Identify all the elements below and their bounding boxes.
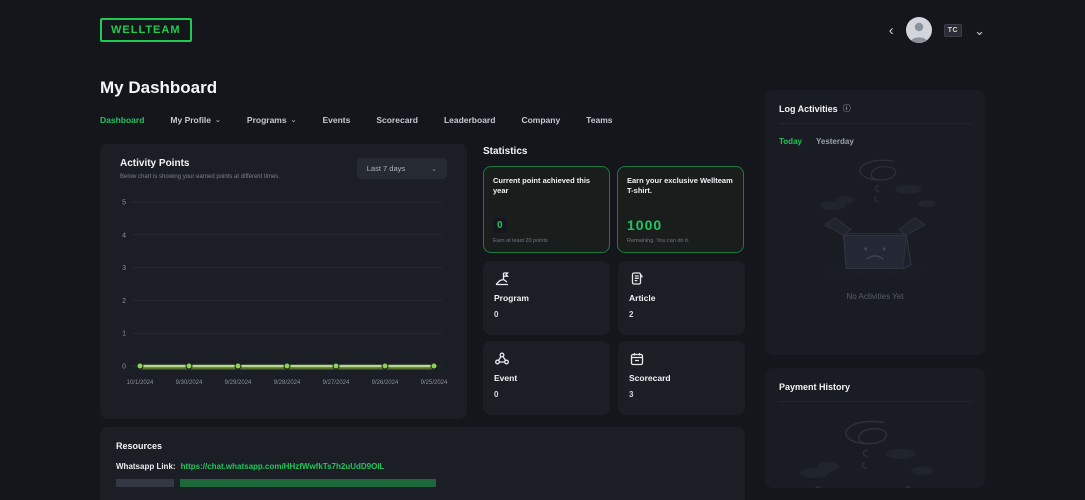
svg-text:10/1/2024: 10/1/2024 (127, 380, 154, 386)
tab-scorecard[interactable]: Scorecard (376, 115, 418, 125)
program-stat-card: Program 0 (483, 261, 610, 335)
person-icon (909, 22, 928, 43)
event-stat-value: 0 (494, 390, 499, 399)
program-stat-value: 0 (494, 310, 499, 319)
scorecard-stat-card: Scorecard 3 (618, 341, 745, 415)
calendar-icon (630, 353, 644, 366)
svg-text:9/25/2024: 9/25/2024 (421, 380, 448, 386)
tab-leaderboard[interactable]: Leaderboard (444, 115, 496, 125)
avatar[interactable] (905, 17, 932, 43)
article-stat-card: Article 2 (618, 261, 745, 335)
tab-teams[interactable]: Teams (586, 115, 612, 125)
payment-history-heading: Payment History (779, 382, 851, 392)
wellteam-logo[interactable]: WELLTEAM (100, 18, 192, 42)
svg-text:9/30/2024: 9/30/2024 (176, 380, 203, 386)
tshirt-goal-card: Earn your exclusive Wellteam T-shirt. 10… (617, 166, 744, 253)
svg-text:0: 0 (122, 364, 126, 371)
svg-text:1: 1 (122, 331, 126, 338)
scorecard-stat-label: Scorecard (629, 373, 671, 383)
no-activities-text: No Activities Yet (846, 292, 904, 301)
date-range-select[interactable]: Last 7 days ⌄ (356, 158, 447, 179)
svg-text:9/29/2024: 9/29/2024 (225, 380, 252, 386)
main-nav: Dashboard My Profile ⌄ Programs ⌄ Events S… (100, 115, 745, 125)
event-network-icon (495, 352, 509, 365)
resources-heading: Resources (116, 441, 163, 451)
top-bar: WELLTEAM ‹ TC ⌄ (0, 0, 1085, 60)
statistics-section: Statistics Current point achieved this y… (483, 144, 745, 419)
log-tab-yesterday[interactable]: Yesterday (816, 137, 854, 146)
tab-events[interactable]: Events (322, 115, 350, 125)
info-icon[interactable]: ⓘ (843, 105, 851, 113)
tab-my-profile[interactable]: My Profile ⌄ (170, 115, 221, 125)
user-badge: TC (943, 23, 963, 37)
resources-card: Resources Whatsapp Link: https://chat.wh… (100, 427, 745, 500)
tshirt-goal-value: 1000 (627, 217, 663, 233)
empty-box-illustration (801, 152, 949, 290)
svg-text:9/28/2024: 9/28/2024 (274, 380, 301, 386)
event-stat-card: Event 0 (483, 341, 610, 415)
svg-text:9/26/2024: 9/26/2024 (372, 380, 399, 386)
log-tab-today[interactable]: Today (779, 137, 802, 146)
activity-points-subtitle: Below chart is showing your earned point… (120, 174, 280, 180)
tshirt-goal-title: Earn your exclusive Wellteam T-shirt. (627, 176, 733, 196)
article-stat-label: Article (629, 293, 656, 303)
tab-programs[interactable]: Programs ⌄ (247, 115, 297, 125)
whatsapp-link[interactable]: https://chat.whatsapp.com/HHzfWwfkTs7h2u… (181, 462, 385, 471)
event-stat-label: Event (494, 373, 518, 383)
activity-points-title: Activity Points (120, 158, 190, 169)
program-stat-label: Program (494, 293, 529, 303)
current-points-title: Current point achieved this year (493, 176, 591, 196)
activity-points-card: Activity Points Below chart is showing y… (100, 144, 467, 419)
svg-text:3: 3 (122, 265, 126, 272)
user-menu[interactable]: ‹ TC ⌄ (889, 17, 985, 43)
page-title: My Dashboard (100, 78, 218, 97)
activity-points-chart: 5 4 3 2 1 0 10/1/2024 9/30/2024 9/29/2024 9/28/20… (122, 200, 448, 387)
chevron-down-icon: ⌄ (431, 165, 437, 173)
scorecard-stat-value: 3 (629, 390, 634, 399)
chevron-down-icon: ⌄ (215, 117, 221, 124)
payment-history-card: Payment History (765, 368, 985, 488)
whatsapp-link-label: Whatsapp Link: (116, 462, 176, 471)
empty-box-illustration (779, 412, 971, 488)
chevron-left-icon[interactable]: ‹ (889, 23, 894, 38)
tab-dashboard[interactable]: Dashboard (100, 115, 144, 125)
milestone-icon (495, 272, 509, 286)
current-points-value: 0 (493, 218, 507, 233)
log-activities-card: Log Activities ⓘ Today Yesterday No Acti… (765, 90, 985, 355)
article-icon (631, 272, 643, 285)
current-points-note: Earn at least 20 points (493, 238, 548, 244)
svg-text:5: 5 (122, 200, 126, 207)
article-stat-value: 2 (629, 310, 634, 319)
chevron-down-icon[interactable]: ⌄ (974, 24, 985, 37)
log-activities-heading: Log Activities (779, 104, 838, 114)
statistics-heading: Statistics (483, 146, 528, 157)
chevron-down-icon: ⌄ (290, 117, 297, 124)
svg-text:9/27/2024: 9/27/2024 (323, 380, 350, 386)
tab-company[interactable]: Company (521, 115, 560, 125)
svg-text:4: 4 (122, 232, 126, 239)
tshirt-goal-note: Remaining. You can do it. (627, 238, 690, 244)
svg-text:2: 2 (122, 298, 126, 305)
clipped-resource-row (116, 479, 436, 487)
current-points-card: Current point achieved this year 0 Earn … (483, 166, 610, 253)
